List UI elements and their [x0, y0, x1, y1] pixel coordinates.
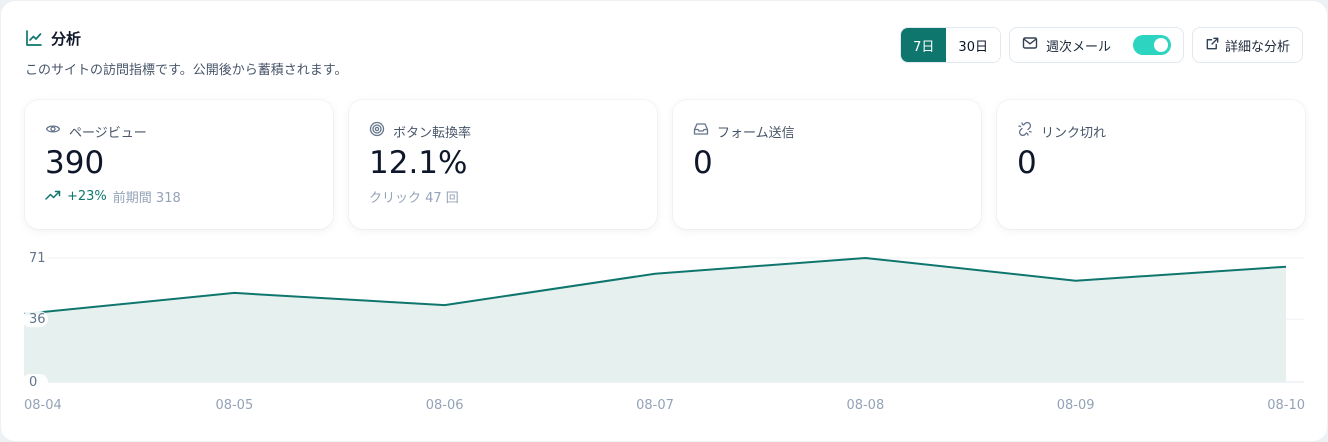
y-tick-label: 0	[29, 375, 37, 390]
metric-label: ページビュー	[69, 125, 147, 141]
metric-trend: +23%	[67, 189, 107, 204]
metric-value: 0	[1017, 145, 1037, 181]
metric-value: 0	[693, 145, 713, 181]
x-tick-label: 08-05	[215, 398, 253, 413]
metric-value: 12.1%	[369, 145, 468, 181]
trending-up-icon	[45, 188, 61, 206]
metric-clicks: クリック 47 回	[369, 191, 459, 206]
metric-label: フォーム送信	[717, 125, 795, 141]
external-link-icon	[1205, 36, 1220, 55]
toolbar: 7日 30日 週次メール 詳細な分析	[900, 27, 1303, 63]
metric-card-form-submissions: フォーム送信 0	[673, 100, 981, 229]
weekly-mail-toggle-row[interactable]: 週次メール	[1008, 27, 1184, 63]
page-subtitle: このサイトの訪問指標です。公開後から蓄積されます。	[25, 63, 348, 78]
x-tick-label: 08-06	[426, 398, 464, 413]
range-selector: 7日 30日	[900, 27, 1001, 63]
analytics-panel: 分析 このサイトの訪問指標です。公開後から蓄積されます。 7日 30日 週次メー…	[1, 1, 1327, 441]
page-title: 分析	[51, 29, 82, 48]
x-tick-label: 08-09	[1057, 398, 1095, 413]
y-tick-label: 71	[29, 251, 46, 266]
x-tick-label: 08-10	[1267, 398, 1305, 413]
weekly-mail-label: 週次メール	[1045, 39, 1111, 55]
details-button[interactable]: 詳細な分析	[1191, 27, 1303, 63]
pageview-area-chart: 0 36 71 08-04 08-05 08-06 08-07 08-08 08-09 08-10	[22, 250, 1305, 413]
eye-icon	[45, 121, 61, 141]
metric-card-broken-links: リンク切れ 0	[997, 100, 1305, 229]
range-30-days-button[interactable]: 30日	[946, 28, 1000, 62]
weekly-mail-toggle[interactable]	[1132, 35, 1171, 55]
area-fill	[24, 258, 1286, 382]
analytics-header: 分析 このサイトの訪問指標です。公開後から蓄積されます。	[25, 27, 348, 79]
x-tick-label: 08-08	[846, 398, 884, 413]
broken-link-icon	[1017, 121, 1033, 141]
inbox-icon	[693, 121, 709, 141]
x-tick-label: 08-04	[24, 398, 62, 413]
range-7-days-button[interactable]: 7日	[901, 28, 947, 62]
metric-label: リンク切れ	[1041, 125, 1107, 141]
mail-icon	[1022, 35, 1038, 55]
details-label: 詳細な分析	[1224, 39, 1290, 55]
metric-card-pageviews: ページビュー 390 +23% 前期間 318	[25, 100, 333, 229]
x-tick-label: 08-07	[636, 398, 674, 413]
metric-cards: ページビュー 390 +23% 前期間 318 ボタン転換率 12.1% クリッ…	[25, 100, 1305, 229]
y-tick-label: 36	[29, 312, 46, 327]
metric-value: 390	[45, 145, 105, 181]
target-icon	[369, 121, 385, 141]
line-chart-icon	[25, 29, 43, 47]
metric-label: ボタン転換率	[393, 125, 472, 141]
metric-previous: 前期間 318	[112, 191, 181, 206]
metric-card-conversion: ボタン転換率 12.1% クリック 47 回	[349, 100, 657, 229]
